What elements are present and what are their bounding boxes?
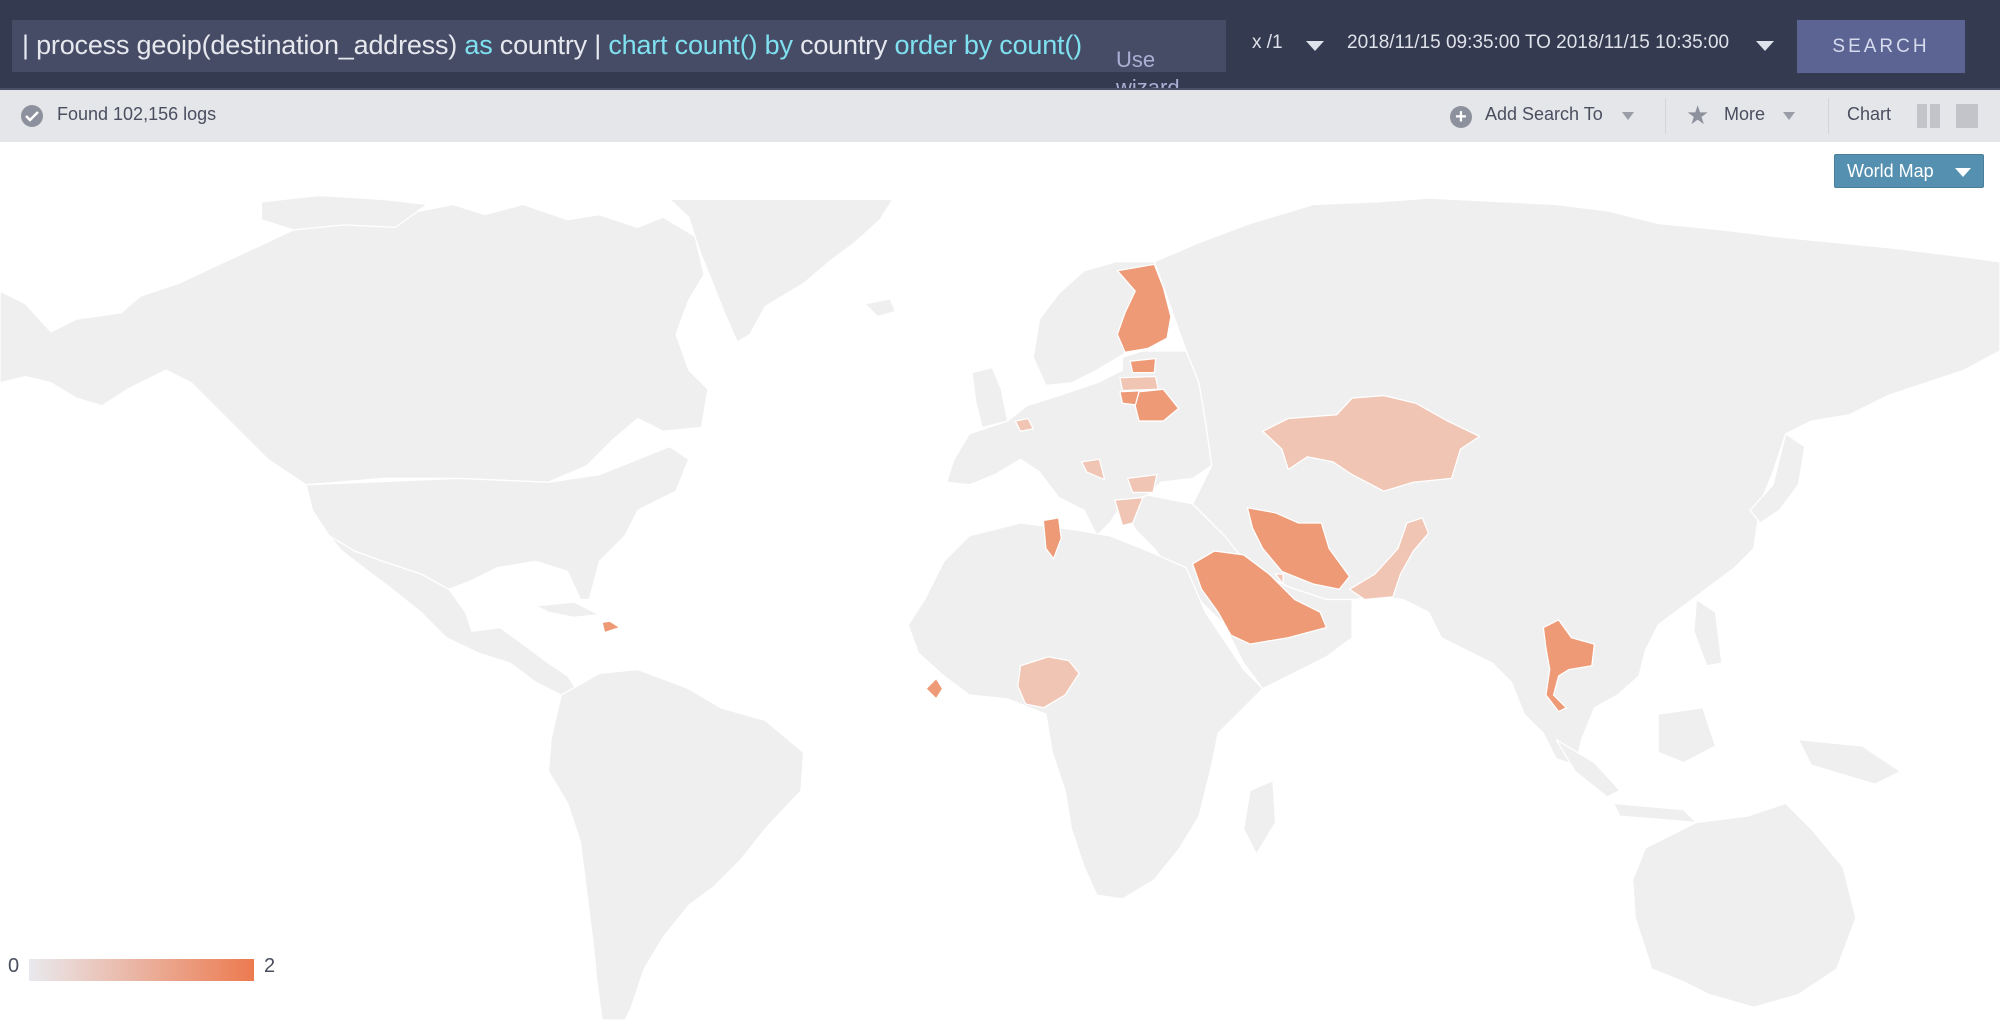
country-latvia[interactable]	[1119, 375, 1159, 392]
toolbar-divider	[1828, 98, 1829, 134]
check-circle-icon	[21, 105, 43, 127]
query-token: country	[792, 30, 895, 60]
use-wizard-link[interactable]: Use wizard	[1116, 46, 1196, 92]
legend-max-label: 2	[264, 955, 276, 977]
query-token: | process geoip(destination_address)	[22, 30, 465, 60]
search-button[interactable]: SEARCH	[1797, 20, 1965, 73]
search-bar: | process geoip(destination_address) as …	[0, 0, 2000, 92]
map-type-dropdown[interactable]: World Map	[1834, 154, 1984, 188]
more-button[interactable]: More	[1724, 104, 1765, 125]
scale-dropdown-icon[interactable]	[1306, 41, 1324, 51]
chevron-down-icon	[1955, 168, 1971, 177]
country-dominican-republic[interactable]	[601, 620, 622, 634]
add-circle-icon[interactable]: +	[1450, 106, 1472, 128]
land-java	[1612, 802, 1699, 824]
legend-min-label: 0	[8, 955, 20, 977]
land-cuba	[533, 601, 602, 618]
add-search-to-button[interactable]: Add Search To	[1485, 104, 1603, 125]
country-estonia[interactable]	[1129, 357, 1157, 374]
query-keyword: chart count()	[608, 30, 758, 60]
chart-label: Chart	[1847, 104, 1892, 124]
land-south-america	[547, 668, 805, 1020]
toolbar-divider	[1665, 98, 1666, 134]
query-input[interactable]: | process geoip(destination_address) as …	[12, 20, 1226, 92]
query-text[interactable]: | process geoip(destination_address) as …	[22, 30, 1082, 61]
legend-color-scale	[29, 959, 254, 981]
status-toolbar: Found 102,156 logs + Add Search To ★ Mor…	[0, 88, 2000, 142]
land-madagascar	[1242, 779, 1277, 856]
time-range-dropdown-icon[interactable]	[1756, 41, 1774, 51]
found-logs-count: Found 102,156 logs	[57, 104, 217, 124]
land-philippines	[1693, 598, 1723, 667]
land-new-guinea	[1797, 738, 1902, 785]
more-dropdown-icon[interactable]	[1783, 112, 1795, 120]
world-map[interactable]	[0, 142, 2000, 1020]
query-keyword: as	[464, 30, 493, 60]
query-token	[757, 30, 764, 60]
land-borneo	[1657, 707, 1717, 764]
query-token: country |	[492, 30, 609, 60]
country-canada-alaska	[0, 203, 709, 486]
add-search-dropdown-icon[interactable]	[1622, 112, 1634, 120]
map-type-label: World Map	[1847, 160, 1934, 181]
star-icon[interactable]: ★	[1686, 102, 1709, 128]
split-view-icon[interactable]	[1917, 104, 1941, 128]
country-bulgaria[interactable]	[1126, 473, 1158, 494]
query-keyword: by	[764, 30, 793, 60]
query-keyword: order by count()	[894, 30, 1083, 60]
land-uk	[971, 366, 1009, 429]
land-iceland	[863, 298, 897, 318]
scale-selector[interactable]: x /1	[1252, 32, 1283, 54]
country-sierra-leone[interactable]	[925, 677, 944, 700]
single-view-icon[interactable]	[1956, 104, 1978, 128]
land-australia	[1632, 802, 1857, 1008]
time-range-selector[interactable]: 2018/11/15 09:35:00 TO 2018/11/15 10:35:…	[1347, 32, 1729, 54]
land-sumatra	[1555, 739, 1621, 798]
